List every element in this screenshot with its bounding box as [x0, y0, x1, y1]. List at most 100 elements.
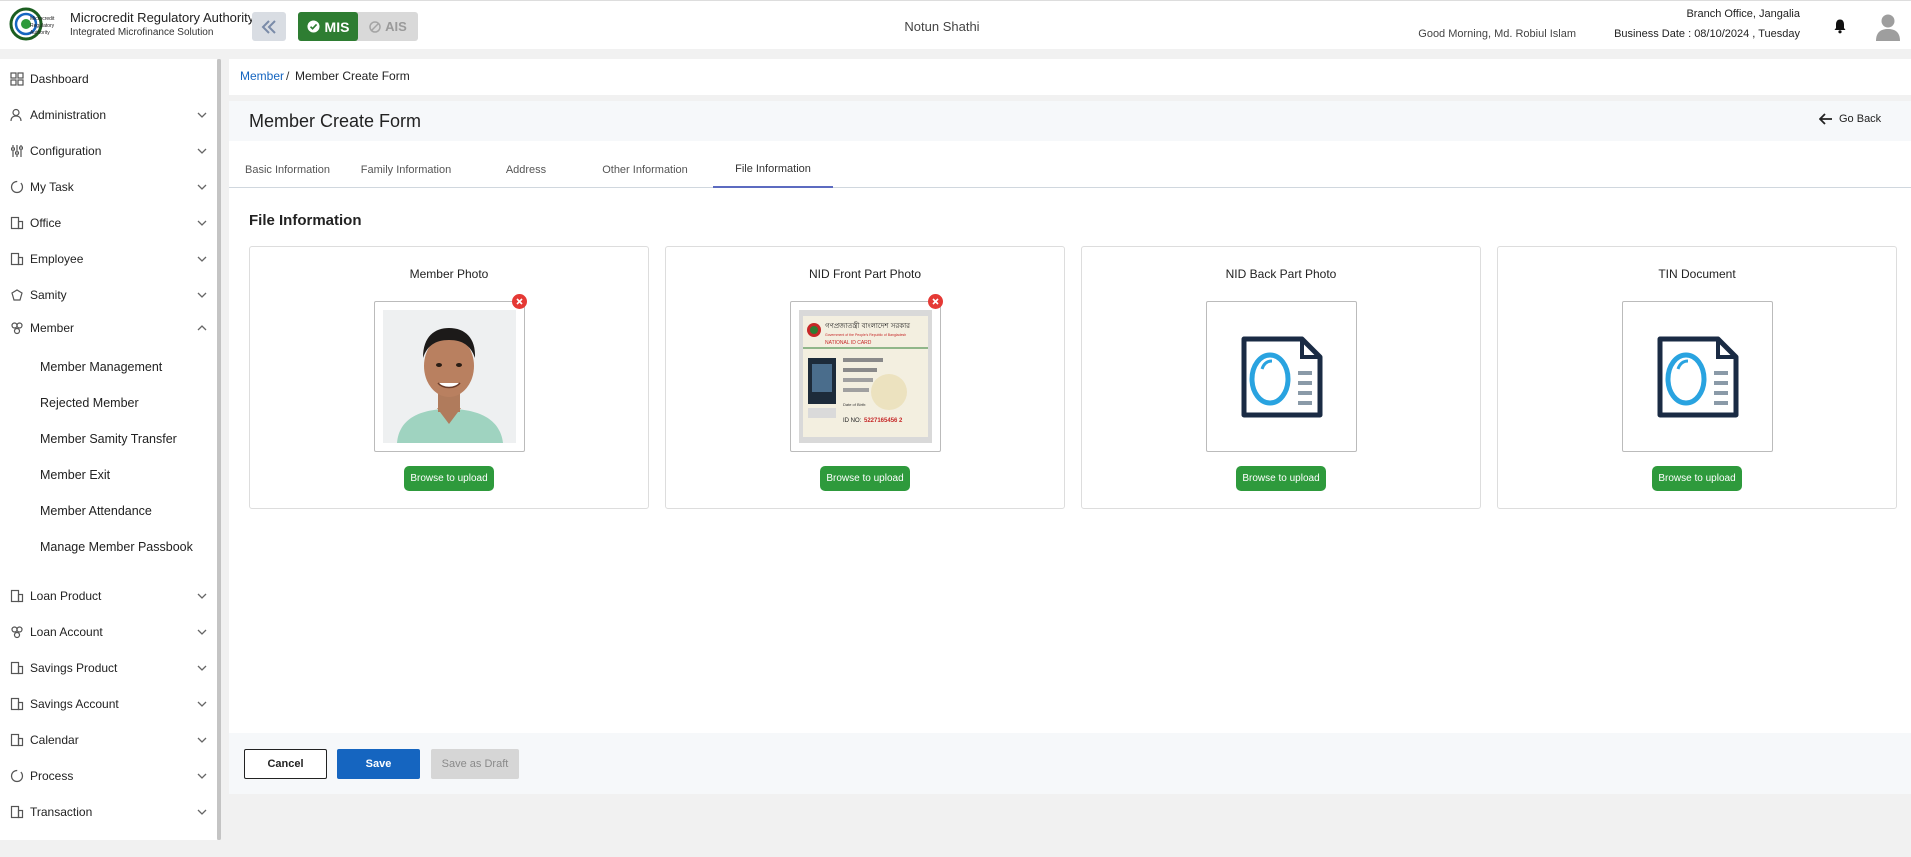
sidebar-item-office[interactable]: Office	[0, 208, 215, 238]
sidebar-scrollbar-thumb[interactable]	[217, 59, 221, 840]
tab-basic-information[interactable]: Basic Information	[229, 151, 346, 188]
sidebar-item-employee[interactable]: Employee	[0, 244, 215, 274]
org-name: Microcredit Regulatory Authority	[70, 10, 255, 25]
upload-card-nid-front: NID Front Part Photo গণপ্রজাতন্ত্রী বাংল…	[665, 246, 1065, 509]
chevron-up-icon	[197, 325, 207, 331]
browse-nid-back-button[interactable]: Browse to upload	[1236, 466, 1326, 491]
member-create-card: Member Create Form Go Back Basic Informa…	[229, 101, 1911, 794]
chevron-down-icon	[197, 701, 207, 707]
sidebar-item-label: My Task	[30, 180, 74, 194]
svg-text:Authority: Authority	[30, 30, 50, 36]
nid-front-preview: গণপ্রজাতন্ত্রী বাংলাদেশ সরকার Government…	[790, 301, 941, 452]
member-photo-preview	[374, 301, 525, 452]
sidebar-item-member[interactable]: Member	[0, 313, 215, 343]
breadcrumb-member-link[interactable]: Member	[240, 69, 284, 83]
svg-text:Regulatory: Regulatory	[30, 23, 55, 29]
sidebar-item-process[interactable]: Process	[0, 761, 215, 791]
sidebar-collapse-button[interactable]	[252, 12, 286, 41]
form-tabs: Basic Information Family Information Add…	[229, 151, 1911, 188]
office-icon	[10, 216, 24, 230]
branch-name: Branch Office, Jangalia	[1686, 8, 1800, 20]
sidebar-subitem-member-management[interactable]: Member Management	[40, 360, 162, 374]
samity-icon	[11, 289, 23, 301]
sidebar-item-administration[interactable]: Administration	[0, 100, 215, 130]
user-avatar-icon[interactable]	[1875, 13, 1901, 41]
sidebar-scrollbar[interactable]	[217, 59, 221, 840]
upload-card-member-photo: Member Photo Browse to upload	[249, 246, 649, 509]
browse-member-photo-button[interactable]: Browse to upload	[404, 466, 494, 491]
nid-id-label: ID NO:	[843, 418, 862, 424]
admin-icon	[10, 108, 22, 122]
sidebar-item-samity[interactable]: Samity	[0, 280, 215, 310]
sidebar-item-label: Loan Product	[30, 589, 102, 603]
save-button[interactable]: Save	[337, 749, 420, 779]
sidebar-item-savings-account[interactable]: Savings Account	[0, 689, 215, 719]
nid-dob-label: Date of Birth:	[843, 402, 866, 407]
nid-back-preview	[1206, 301, 1357, 452]
bell-icon[interactable]	[1832, 18, 1848, 34]
sidebar-item-label: Member	[30, 321, 75, 335]
sidebar-item-savings-product[interactable]: Savings Product	[0, 653, 215, 683]
chevron-down-icon	[197, 665, 207, 671]
chevron-down-icon	[197, 629, 207, 635]
breadcrumb: Member / Member Create Form	[229, 59, 1911, 95]
go-back-label: Go Back	[1839, 113, 1882, 125]
svg-text:Microcredit: Microcredit	[30, 16, 55, 22]
sidebar-subitem-member-attendance[interactable]: Member Attendance	[40, 504, 152, 518]
document-placeholder-icon	[1241, 336, 1322, 417]
sidebar-item-transaction[interactable]: Transaction	[0, 797, 215, 827]
tab-family-information[interactable]: Family Information	[346, 151, 466, 188]
upload-title: TIN Document	[1658, 267, 1736, 281]
sidebar: Dashboard Administration Configuration M…	[0, 59, 221, 840]
tab-address[interactable]: Address	[466, 151, 586, 188]
sidebar-item-label: Process	[30, 769, 74, 783]
nid-id-number: 5227165456 2	[864, 418, 903, 424]
browse-tin-document-button[interactable]: Browse to upload	[1652, 466, 1742, 491]
sidebar-item-my-task[interactable]: My Task	[0, 172, 215, 202]
section-title: File Information	[249, 212, 362, 229]
page-title: Member Create Form	[249, 111, 422, 131]
dashboard-icon	[10, 72, 24, 86]
remove-nid-front-button[interactable]	[928, 294, 943, 309]
breadcrumb-current: Member Create Form	[295, 69, 410, 83]
task-icon	[10, 180, 24, 194]
mode-mis-label: MIS	[324, 18, 350, 35]
sidebar-item-calendar[interactable]: Calendar	[0, 725, 215, 755]
ban-icon	[369, 20, 381, 33]
savings-product-icon	[10, 661, 24, 675]
organization-name: Notun Shathi	[904, 19, 980, 34]
cancel-button[interactable]: Cancel	[244, 749, 327, 779]
config-icon	[11, 145, 23, 157]
card-header: Member Create Form Go Back	[229, 101, 1911, 141]
browse-nid-front-button[interactable]: Browse to upload	[820, 466, 910, 491]
mode-toggle[interactable]: MIS AIS	[298, 12, 418, 41]
business-date: Business Date : 08/10/2024 , Tuesday	[1614, 28, 1800, 40]
sidebar-subitem-member-samity-transfer[interactable]: Member Samity Transfer	[40, 432, 177, 446]
tab-other-information[interactable]: Other Information	[586, 151, 704, 188]
upload-title: NID Back Part Photo	[1225, 267, 1337, 281]
form-footer: Cancel Save Save as Draft	[229, 733, 1911, 794]
sidebar-item-label: Office	[30, 216, 62, 230]
chevron-down-icon	[197, 256, 207, 262]
sidebar-subitem-manage-member-passbook[interactable]: Manage Member Passbook	[40, 540, 193, 554]
save-draft-button[interactable]: Save as Draft	[431, 749, 519, 779]
sidebar-item-loan-product[interactable]: Loan Product	[0, 581, 215, 611]
sidebar-item-dashboard[interactable]: Dashboard	[0, 64, 215, 94]
sidebar-item-loan-account[interactable]: Loan Account	[0, 617, 215, 647]
double-chevron-left-icon	[261, 19, 276, 34]
mode-mis-button[interactable]: MIS	[298, 12, 358, 41]
nid-card-image: গণপ্রজাতন্ত্রী বাংলাদেশ সরকার Government…	[799, 310, 932, 443]
upload-title: NID Front Part Photo	[808, 267, 922, 281]
sidebar-subitem-rejected-member[interactable]: Rejected Member	[40, 396, 139, 410]
mode-ais-button[interactable]: AIS	[360, 12, 416, 41]
sidebar-subitem-member-exit[interactable]: Member Exit	[40, 468, 110, 482]
member-icon	[11, 322, 23, 335]
upload-card-tin-document: TIN Document Browse to upload	[1497, 246, 1897, 509]
member-photo-image	[383, 310, 516, 443]
chevron-down-icon	[197, 737, 207, 743]
remove-member-photo-button[interactable]	[512, 294, 527, 309]
sidebar-item-configuration[interactable]: Configuration	[0, 136, 215, 166]
sidebar-item-label: Savings Product	[30, 661, 118, 675]
go-back-button[interactable]: Go Back	[1819, 113, 1881, 125]
tab-file-information[interactable]: File Information	[713, 151, 833, 188]
